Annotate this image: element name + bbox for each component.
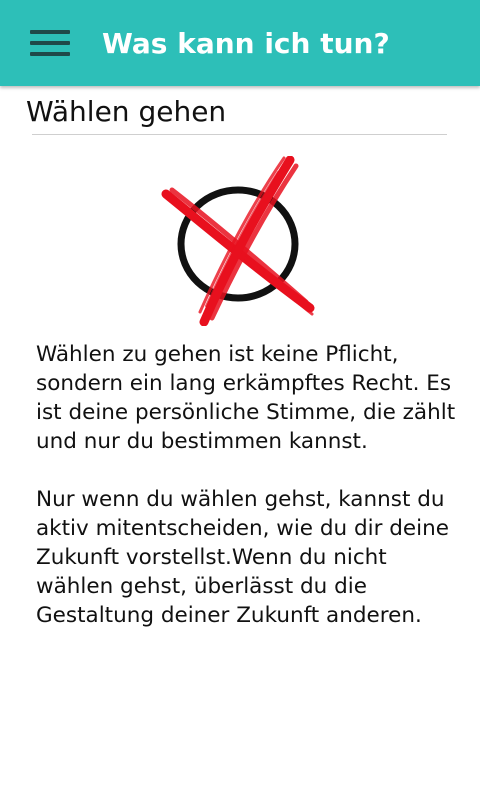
hamburger-menu-icon-bar-bottom [30,52,70,56]
menu-button[interactable] [30,28,70,60]
paragraph-2: Nur wenn du wählen gehst, kannst du akti… [36,487,449,628]
paragraph-1: Wählen zu gehen ist keine Pflicht, sonde… [36,342,456,454]
hamburger-menu-icon-bar-middle [30,41,70,45]
hamburger-menu-icon-bar-top [30,30,70,34]
ballot-cross-icon [158,155,322,327]
app-title: Was kann ich tun? [102,27,390,60]
section-divider [32,134,447,135]
app-bar: Was kann ich tun? [0,0,480,86]
body-text: Wählen zu gehen ist keine Pflicht, sonde… [36,340,456,659]
section-title: Wählen gehen [26,95,227,128]
